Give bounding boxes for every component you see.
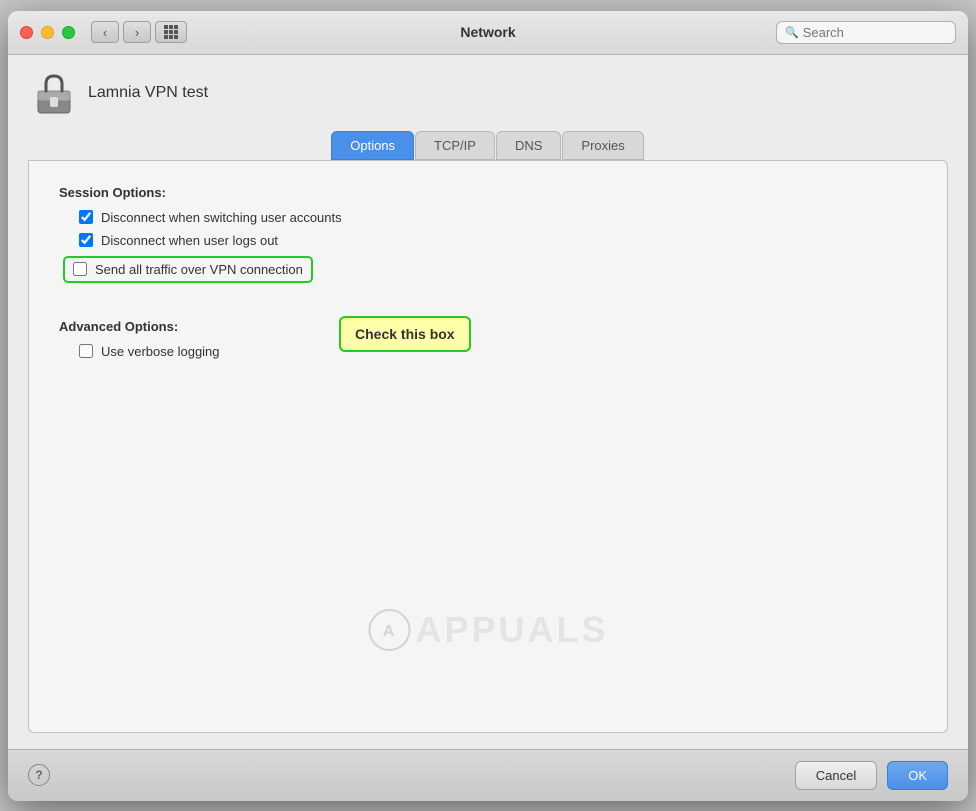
verbose-logging-row: Use verbose logging xyxy=(79,344,917,359)
tab-bar: Options TCP/IP DNS Proxies xyxy=(28,131,948,160)
search-icon: 🔍 xyxy=(785,26,799,39)
disconnect-logout-checkbox[interactable] xyxy=(79,233,93,247)
content-area: Lamnia VPN test Options TCP/IP DNS Proxi… xyxy=(8,55,968,749)
search-input[interactable] xyxy=(803,25,947,40)
advanced-options-label: Advanced Options: xyxy=(59,319,917,334)
watermark: A APPUALS xyxy=(367,608,608,652)
disconnect-user-checkbox[interactable] xyxy=(79,210,93,224)
maximize-button[interactable] xyxy=(62,26,75,39)
disconnect-user-label: Disconnect when switching user accounts xyxy=(101,210,342,225)
disconnect-logout-row: Disconnect when user logs out xyxy=(79,233,917,248)
grid-icon xyxy=(164,25,178,39)
tooltip-bubble: Check this box xyxy=(339,316,471,352)
tooltip-text: Check this box xyxy=(355,326,455,342)
settings-panel: Session Options: Disconnect when switchi… xyxy=(28,160,948,733)
nav-buttons: ‹ › xyxy=(91,21,151,43)
bottom-actions: Cancel OK xyxy=(795,761,948,790)
bottom-bar: ? Cancel OK xyxy=(8,749,968,801)
advanced-options-section: Advanced Options: Use verbose logging xyxy=(59,319,917,359)
traffic-lights xyxy=(20,26,75,39)
help-icon: ? xyxy=(35,768,42,782)
grid-button[interactable] xyxy=(155,21,187,43)
help-button[interactable]: ? xyxy=(28,764,50,786)
tab-dns[interactable]: DNS xyxy=(496,131,561,160)
vpn-header: Lamnia VPN test xyxy=(28,71,948,115)
minimize-button[interactable] xyxy=(41,26,54,39)
lock-icon xyxy=(32,71,76,115)
disconnect-user-row: Disconnect when switching user accounts xyxy=(79,210,917,225)
forward-button[interactable]: › xyxy=(123,21,151,43)
svg-text:A: A xyxy=(383,623,397,640)
tab-proxies[interactable]: Proxies xyxy=(562,131,643,160)
tab-tcpip[interactable]: TCP/IP xyxy=(415,131,495,160)
send-traffic-label: Send all traffic over VPN connection xyxy=(95,262,303,277)
titlebar: ‹ › Network 🔍 xyxy=(8,11,968,55)
back-button[interactable]: ‹ xyxy=(91,21,119,43)
ok-button[interactable]: OK xyxy=(887,761,948,790)
window-title: Network xyxy=(460,24,515,40)
search-box[interactable]: 🔍 xyxy=(776,21,956,44)
vpn-name: Lamnia VPN test xyxy=(88,84,208,102)
cancel-button[interactable]: Cancel xyxy=(795,761,877,790)
tab-options[interactable]: Options xyxy=(331,131,414,160)
disconnect-logout-label: Disconnect when user logs out xyxy=(101,233,278,248)
verbose-logging-checkbox[interactable] xyxy=(79,344,93,358)
session-options-label: Session Options: xyxy=(59,185,917,200)
watermark-text: APPUALS xyxy=(415,609,608,651)
close-button[interactable] xyxy=(20,26,33,39)
network-window: ‹ › Network 🔍 Lamnia VPN test xyxy=(8,11,968,801)
verbose-logging-label: Use verbose logging xyxy=(101,344,220,359)
send-traffic-checkbox[interactable] xyxy=(73,262,87,276)
watermark-logo-icon: A xyxy=(367,608,411,652)
send-traffic-row: Send all traffic over VPN connection xyxy=(63,256,313,283)
